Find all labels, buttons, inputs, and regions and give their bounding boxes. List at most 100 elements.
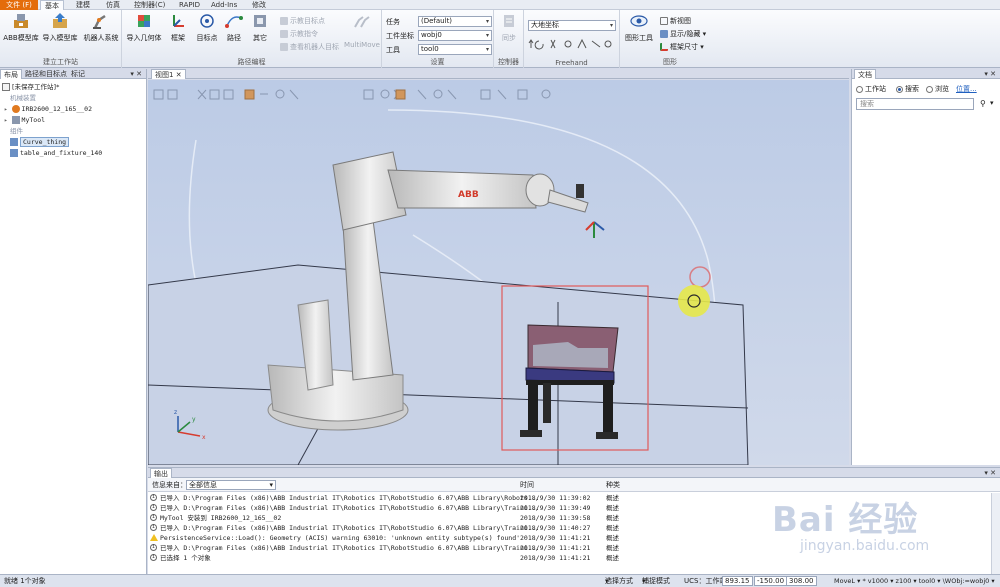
group-freehand-label: Freehand: [555, 59, 588, 67]
output-message: MyTool 安装到 IRB2600_12_165__02: [160, 514, 282, 522]
file-tab[interactable]: 文件 (F): [0, 0, 38, 10]
part-icon: [10, 138, 18, 146]
scene-canvas[interactable]: ABB x z y: [148, 80, 849, 465]
tab-basic[interactable]: 基本: [40, 0, 64, 10]
documents-tabs: 文档 ▾ ✕: [852, 69, 1000, 79]
tool-label: 工具: [386, 46, 400, 54]
ucs-label: UCS：工作站: [684, 577, 727, 585]
import-library-button[interactable]: 导入模型库: [42, 12, 78, 43]
geometry-icon: [138, 15, 150, 27]
tab-modify[interactable]: 修改: [248, 0, 270, 10]
panel-pin-close-icon[interactable]: ▾ ✕: [984, 468, 996, 478]
panel-pin-close-icon[interactable]: ▾ ✕: [130, 69, 142, 79]
tab-controller[interactable]: 控制器(C): [130, 0, 169, 10]
output-time: 2018/9/30 11:39:49: [520, 504, 591, 512]
output-row[interactable]: i 已选择 1 个对象 2018/9/30 11:41:21 概述: [148, 553, 1000, 563]
tree-item-tool[interactable]: ▸ MyTool: [2, 115, 144, 126]
multimove-button[interactable]: MultiMove: [344, 12, 380, 49]
tree-item-part-table[interactable]: table_and_fixture_140: [2, 148, 144, 159]
table-leg: [543, 383, 551, 423]
show-hide-icon: [660, 30, 668, 38]
tree-section-parts: 组件: [10, 127, 23, 135]
part-icon: [10, 149, 18, 157]
show-hide-button[interactable]: 显示/隐藏 ▾: [660, 29, 706, 39]
tree-item-part-curve[interactable]: Curve_thing: [2, 137, 144, 148]
tree-item-robot[interactable]: ▸ IRB2600_12_165__02: [2, 104, 144, 115]
tab-output[interactable]: 输出: [150, 468, 172, 478]
target-button[interactable]: 目标点: [194, 12, 220, 43]
menu-tab-strip: 文件 (F) 基本 建模 仿真 控制器(C) RAPID Add-Ins 修改: [0, 0, 1000, 10]
column-header-category[interactable]: 种类: [606, 478, 620, 492]
abb-library-button[interactable]: ABB模型库: [2, 12, 40, 43]
station-icon: [2, 83, 10, 91]
snap-mode-dropdown[interactable]: 捕捉模式 ▾: [642, 575, 670, 587]
ribbon: ABB模型库 导入模型库 机器人系统 建立工作站 导入几何体 框架 目标点 路径: [0, 10, 1000, 68]
radio-browse[interactable]: 浏览: [926, 84, 949, 94]
radio-search[interactable]: 搜索: [896, 84, 919, 94]
frame-button[interactable]: 框架: [166, 12, 190, 43]
teach-instruction-button[interactable]: 示教指令: [280, 29, 318, 39]
frame-size-button[interactable]: 框架尺寸 ▾: [660, 42, 704, 52]
tool-icon: [11, 116, 20, 124]
output-time: 2018/9/30 11:39:58: [520, 514, 591, 522]
select-mode-dropdown[interactable]: 选择方式 ▾: [605, 575, 633, 587]
tab-view1[interactable]: 视图1 ✕: [151, 69, 186, 79]
wobj-select[interactable]: wobj0 ▾: [418, 30, 492, 41]
output-category: 概述: [606, 494, 619, 502]
warning-icon: [150, 534, 158, 541]
new-view-button[interactable]: 新视图: [660, 16, 691, 26]
task-select[interactable]: (Default) ▾: [418, 16, 492, 27]
table-foot: [596, 432, 618, 439]
tab-modeling[interactable]: 建模: [72, 0, 94, 10]
layout-tree: [未保存工作站]* 机械装置 ▸ IRB2600_12_165__02 ▸ My…: [0, 79, 146, 162]
import-geometry-button[interactable]: 导入几何体: [124, 12, 164, 43]
path-button[interactable]: 路径: [222, 12, 246, 43]
tool-select[interactable]: tool0 ▾: [418, 44, 492, 55]
robot-library-icon: [14, 14, 28, 28]
robot-system-icon: [93, 14, 106, 29]
document-search-input[interactable]: 搜索: [856, 98, 974, 110]
tree-station-root[interactable]: [未保存工作站]*: [2, 82, 144, 93]
reference-frame-select[interactable]: 大地坐标 ▾: [528, 20, 616, 31]
view-robot-target-button[interactable]: 查看机器人目标: [280, 42, 339, 52]
info-icon: i: [150, 504, 157, 511]
group-path-programming: 导入几何体 框架 目标点 路径 其它 示教目标点 示教指令 查看机器人目标 Mu…: [122, 10, 382, 68]
graphic-tools-button[interactable]: 图形工具: [622, 12, 656, 43]
teach-target-button[interactable]: 示教目标点: [280, 16, 325, 26]
tab-layout[interactable]: 布局: [0, 69, 22, 79]
tab-simulation[interactable]: 仿真: [102, 0, 124, 10]
group-controller-label: 控制器: [498, 58, 519, 66]
output-category: 概述: [606, 554, 619, 562]
info-icon: i: [150, 544, 157, 551]
other-button[interactable]: 其它: [248, 12, 272, 43]
radio-station[interactable]: 工作站: [856, 84, 886, 94]
panel-pin-close-icon[interactable]: ▾ ✕: [984, 69, 996, 79]
location-link[interactable]: 位置...: [956, 84, 977, 94]
group-build-station: ABB模型库 导入模型库 机器人系统 建立工作站: [0, 10, 122, 68]
eye-icon: [630, 15, 648, 27]
chevron-down-icon[interactable]: ▾: [990, 99, 994, 107]
freehand-tools-icons: [528, 38, 612, 50]
output-category: 概述: [606, 514, 619, 522]
output-category: 概述: [606, 534, 619, 542]
robot-icon: [11, 105, 20, 113]
table-leg: [603, 385, 613, 437]
source-filter-select[interactable]: 全部信息 ▾: [186, 480, 276, 490]
info-icon: i: [150, 494, 157, 501]
output-scrollbar[interactable]: [991, 493, 1000, 575]
tab-rapid[interactable]: RAPID: [175, 0, 204, 10]
rotate-cursor: [678, 285, 710, 317]
column-header-time[interactable]: 时间: [520, 478, 534, 492]
other-icon: [254, 15, 266, 27]
tab-addins[interactable]: Add-Ins: [207, 0, 241, 10]
search-icon[interactable]: ⚲: [980, 99, 986, 108]
tab-documents[interactable]: 文档: [854, 69, 876, 79]
3d-viewport[interactable]: 视图1 ✕ ABB x z y: [148, 69, 849, 465]
instruction-template-settings[interactable]: MoveL ▾ * v1000 ▾ z100 ▾ tool0 ▾ \WObj:=…: [834, 575, 995, 587]
tab-paths-targets[interactable]: 路径和目标点: [22, 69, 70, 79]
sync-button[interactable]: 同步: [497, 12, 521, 43]
group-settings: 任务 (Default) ▾ 工件坐标 wobj0 ▾ 工具 tool0 ▾ 设置: [382, 10, 494, 68]
tab-tags[interactable]: 标记: [68, 69, 88, 79]
path-icon: [225, 16, 243, 28]
robot-system-button[interactable]: 机器人系统: [82, 12, 120, 43]
